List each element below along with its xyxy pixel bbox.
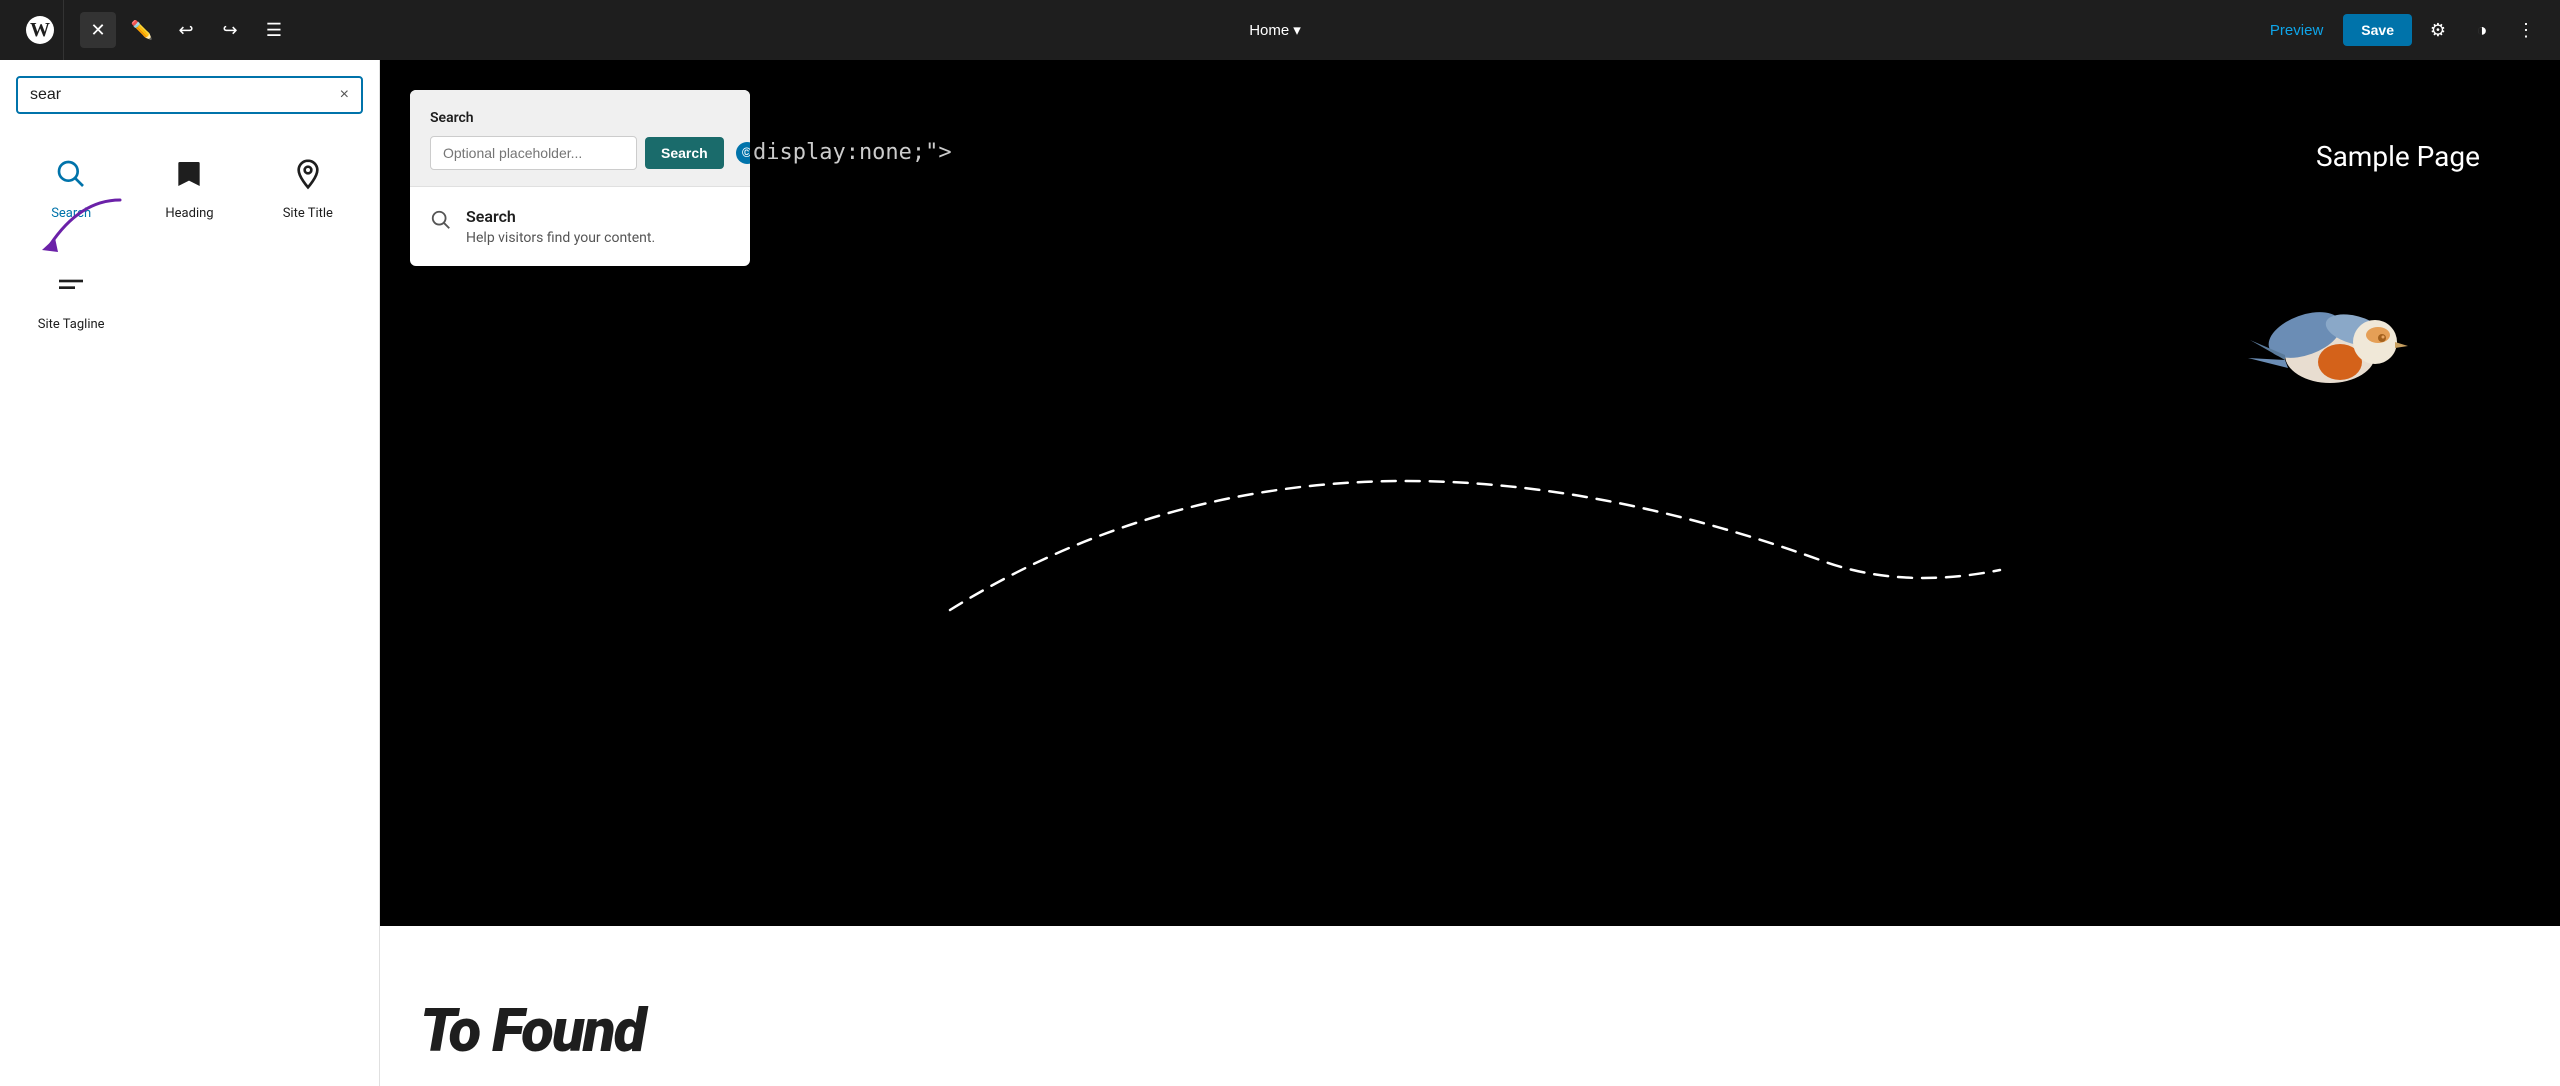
page-title-label: Home: [1249, 22, 1289, 39]
lower-title-text: To Found: [420, 995, 644, 1066]
wp-logo: W: [16, 0, 64, 60]
more-icon: ⋮: [2517, 20, 2535, 41]
popup-input-row: Search ©: [430, 136, 730, 170]
preview-button[interactable]: Preview: [2258, 16, 2335, 45]
lower-title: To Found: [420, 995, 644, 1066]
popup-search-icon: [430, 209, 452, 236]
topbar-right: Preview Save ⚙ ◑ ⋮: [2258, 12, 2544, 48]
topbar: W ✕ ✏️ ↩ ↪ ☰ Home ▾ Preview Save ⚙ ◑: [0, 0, 2560, 60]
close-button[interactable]: ✕: [80, 12, 116, 48]
block-search-input[interactable]: [30, 86, 340, 104]
canvas: le="display:none;"> Sample Page Search S…: [380, 60, 2560, 1086]
block-item-site-title[interactable]: Site Title: [253, 134, 363, 237]
popup-label: Search: [430, 110, 730, 126]
topbar-left: W ✕ ✏️ ↩ ↪ ☰: [16, 0, 292, 60]
clear-search-button[interactable]: ×: [340, 86, 349, 104]
heading-block-label: Heading: [165, 206, 213, 221]
bird-icon: [2230, 280, 2430, 410]
bird-decoration: [2230, 280, 2430, 420]
chevron-down-icon: ▾: [1293, 21, 1301, 39]
arrow-annotation: [20, 190, 140, 270]
site-title-block-icon: [284, 150, 332, 198]
redo-icon: ↪: [222, 20, 237, 41]
theme-icon: ◑: [2477, 20, 2488, 41]
undo-icon: ↩: [178, 20, 193, 41]
popup-circle-button[interactable]: ©: [736, 142, 750, 164]
popup-info-desc: Help visitors find your content.: [466, 230, 655, 246]
pencil-icon: ✏️: [131, 20, 153, 41]
topbar-center: Home ▾: [1249, 21, 1301, 39]
undo-button[interactable]: ↩: [168, 12, 204, 48]
list-view-icon: ☰: [266, 20, 282, 41]
popup-placeholder-input[interactable]: [430, 136, 637, 170]
gear-icon: ⚙: [2430, 20, 2446, 41]
settings-button[interactable]: ⚙: [2420, 12, 2456, 48]
search-icon: [55, 158, 87, 190]
page-title-button[interactable]: Home ▾: [1249, 21, 1301, 39]
popup-bottom: Search Help visitors find your content.: [410, 187, 750, 266]
sample-page-text: Sample Page: [2316, 140, 2480, 173]
block-popup: Search Search © Search Help visitors fin…: [410, 90, 750, 266]
sidebar: × Search Heading: [0, 60, 380, 1086]
arrow-icon: [20, 190, 140, 270]
site-tagline-block-label: Site Tagline: [38, 317, 105, 332]
theme-button[interactable]: ◑: [2464, 12, 2500, 48]
redo-button[interactable]: ↪: [212, 12, 248, 48]
lower-content-area: To Found: [380, 926, 2560, 1086]
block-search-wrap: ×: [16, 76, 363, 114]
popup-search-button[interactable]: Search: [645, 137, 724, 169]
edit-button[interactable]: ✏️: [124, 12, 160, 48]
save-button[interactable]: Save: [2343, 14, 2412, 46]
block-item-heading[interactable]: Heading: [134, 134, 244, 237]
lines-icon: [55, 269, 87, 301]
site-title-block-label: Site Title: [283, 206, 333, 221]
svg-text:W: W: [30, 19, 50, 41]
popup-info-title: Search: [466, 207, 655, 226]
wordpress-logo-icon: W: [24, 14, 56, 46]
heading-block-icon: [165, 150, 213, 198]
popup-info: Search Help visitors find your content.: [466, 207, 655, 246]
close-icon: ✕: [90, 20, 105, 41]
pin-icon: [292, 158, 324, 190]
bookmark-icon: [173, 158, 205, 190]
more-options-button[interactable]: ⋮: [2508, 12, 2544, 48]
list-view-button[interactable]: ☰: [256, 12, 292, 48]
popup-top: Search Search ©: [410, 90, 750, 186]
